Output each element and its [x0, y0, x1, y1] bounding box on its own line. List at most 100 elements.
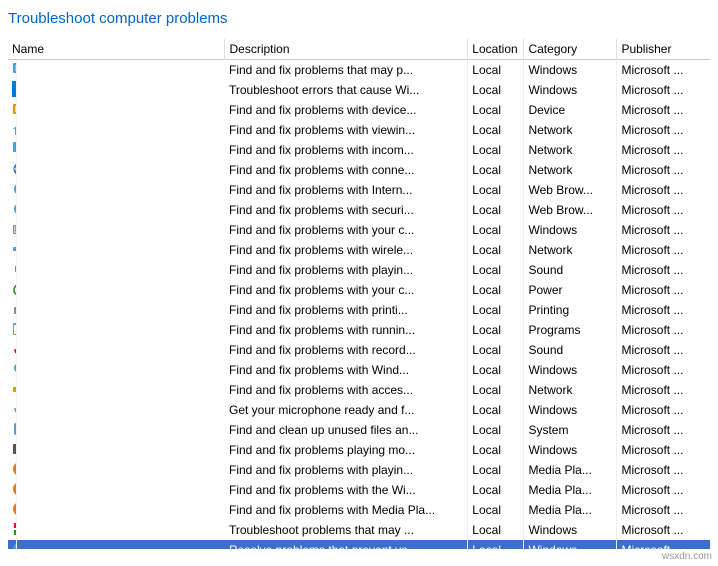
- hardware-icon: [12, 101, 17, 117]
- row-category: Windows: [524, 60, 617, 81]
- table-row[interactable]: KeyboardFind and fix problems with your …: [8, 220, 710, 240]
- row-category: Network: [524, 120, 617, 140]
- row-name-cell: Windows Store Apps: [8, 520, 17, 540]
- wmp-icon: [12, 461, 17, 477]
- row-category: Media Pla...: [524, 500, 617, 520]
- row-category: Sound: [524, 260, 617, 280]
- table-row[interactable]: PowerFind and fix problems with your c..…: [8, 280, 710, 300]
- table-row[interactable]: eInternet Explorer PerformanceFind and f…: [8, 180, 710, 200]
- row-publisher: Microsoft ...: [617, 100, 710, 120]
- row-publisher: Microsoft ...: [617, 380, 710, 400]
- table-row[interactable]: Windows Media Player SettingsFind and fi…: [8, 500, 710, 520]
- row-publisher: Microsoft ...: [617, 440, 710, 460]
- table-row[interactable]: Windows Media Player LibraryFind and fix…: [8, 480, 710, 500]
- row-location: Local: [468, 460, 524, 480]
- row-description: Find and fix problems with your c...: [225, 280, 468, 300]
- row-name-cell: Hardware and Devices: [8, 100, 17, 120]
- program-icon: >_: [12, 321, 17, 337]
- main-container: Troubleshoot computer problems Name Desc…: [0, 0, 718, 549]
- row-category: Windows: [524, 540, 617, 549]
- row-description: Find and fix problems with incom...: [225, 140, 468, 160]
- row-name-cell: Network Adapter: [8, 240, 17, 260]
- winupdate-icon: [12, 541, 17, 549]
- row-publisher: Microsoft ...: [617, 480, 710, 500]
- table-row[interactable]: >_Program Compatibility Troubleshooter Fi…: [8, 320, 710, 340]
- wmplibrary-icon: [12, 481, 17, 497]
- table-row[interactable]: SpeechGet your microphone ready and f...…: [8, 400, 710, 420]
- row-location: Local: [468, 200, 524, 220]
- table-row[interactable]: PrinterFind and fix problems with printi…: [8, 300, 710, 320]
- network-icon: [12, 241, 17, 257]
- page-title: Troubleshoot computer problems: [8, 10, 710, 27]
- col-header-description[interactable]: Description: [225, 39, 468, 60]
- shared-icon: [12, 381, 17, 397]
- row-category: Web Brow...: [524, 200, 617, 220]
- table-row[interactable]: Background Intelligent Transfer ServiceF…: [8, 60, 710, 81]
- svg-text::(: :(: [15, 86, 17, 96]
- row-publisher: Microsoft ...: [617, 120, 710, 140]
- table-row[interactable]: System MaintenanceFind and clean up unus…: [8, 420, 710, 440]
- col-header-name[interactable]: Name: [8, 39, 225, 60]
- table-row[interactable]: eInternet Explorer SafetyFind and fix pr…: [8, 200, 710, 220]
- row-publisher: Microsoft ...: [617, 460, 710, 480]
- row-publisher: Microsoft ...: [617, 340, 710, 360]
- row-location: Local: [468, 100, 524, 120]
- row-category: Network: [524, 140, 617, 160]
- row-name-cell: Windows Update: [8, 540, 17, 549]
- row-description: Find and fix problems with runnin...: [225, 320, 468, 340]
- row-name-cell: Playing Audio: [8, 260, 17, 280]
- row-publisher: Microsoft ...: [617, 60, 710, 81]
- table-row[interactable]: Playing AudioFind and fix problems with …: [8, 260, 710, 280]
- table-row[interactable]: Windows Store AppsTroubleshoot problems …: [8, 520, 710, 540]
- table-row[interactable]: Shared Folders Find and fix problems with…: [8, 380, 710, 400]
- table-row[interactable]: Windows UpdateResolve problems that prev…: [8, 540, 710, 549]
- table-row[interactable]: :( Blue ScreenTroubleshoot errors that c…: [8, 80, 710, 100]
- audio-icon: [12, 261, 17, 277]
- power-icon: [12, 281, 17, 297]
- row-publisher: Microsoft ...: [617, 520, 710, 540]
- row-location: Local: [468, 440, 524, 460]
- table-row[interactable]: Recording AudioFind and fix problems wit…: [8, 340, 710, 360]
- row-publisher: Microsoft ...: [617, 140, 710, 160]
- col-header-category[interactable]: Category: [524, 39, 617, 60]
- row-publisher: Microsoft ...: [617, 300, 710, 320]
- row-publisher: Microsoft ...: [617, 420, 710, 440]
- row-category: Media Pla...: [524, 480, 617, 500]
- row-publisher: Microsoft ...: [617, 540, 710, 549]
- table-row[interactable]: ✓Incoming Connections Find and fix proble…: [8, 140, 710, 160]
- table-row[interactable]: Video PlaybackFind and fix problems play…: [8, 440, 710, 460]
- row-description: Find and fix problems with record...: [225, 340, 468, 360]
- row-publisher: Microsoft ...: [617, 320, 710, 340]
- row-name-cell: eInternet Explorer Safety: [8, 200, 17, 220]
- row-name-cell: ✓Incoming Connections: [8, 140, 17, 160]
- row-publisher: Microsoft ...: [617, 240, 710, 260]
- row-publisher: Microsoft ...: [617, 400, 710, 420]
- row-publisher: Microsoft ...: [617, 180, 710, 200]
- internet-icon: [12, 161, 17, 177]
- row-category: Windows: [524, 360, 617, 380]
- col-header-location[interactable]: Location: [468, 39, 524, 60]
- table-row[interactable]: Windows Media Player DVDFind and fix pro…: [8, 460, 710, 480]
- row-location: Local: [468, 340, 524, 360]
- table-row[interactable]: Network AdapterFind and fix problems wit…: [8, 240, 710, 260]
- table-row[interactable]: Search and IndexingFind and fix problems…: [8, 360, 710, 380]
- table-wrapper[interactable]: Name Description Location Category Publi…: [8, 39, 710, 549]
- table-row[interactable]: HomeGroupFind and fix problems with view…: [8, 120, 710, 140]
- bits-icon: [12, 61, 17, 77]
- table-row[interactable]: Internet ConnectionsFind and fix problem…: [8, 160, 710, 180]
- row-name-cell: Background Intelligent Transfer Service: [8, 60, 17, 80]
- svg-text:e: e: [16, 205, 17, 216]
- row-description: Find and fix problems with acces...: [225, 380, 468, 400]
- row-description: Find and fix problems with Wind...: [225, 360, 468, 380]
- row-name-cell: Shared Folders: [8, 380, 17, 400]
- table-header-row: Name Description Location Category Publi…: [8, 39, 710, 60]
- table-row[interactable]: Hardware and DevicesFind and fix problem…: [8, 100, 710, 120]
- wmpsettings-icon: [12, 501, 17, 517]
- col-header-publisher[interactable]: Publisher: [617, 39, 710, 60]
- storeapps-icon: [12, 521, 17, 537]
- row-category: Windows: [524, 400, 617, 420]
- row-description: Get your microphone ready and f...: [225, 400, 468, 420]
- row-name-cell: >_Program Compatibility Troubleshooter: [8, 320, 17, 340]
- row-location: Local: [468, 500, 524, 520]
- row-description: Find and fix problems with the Wi...: [225, 480, 468, 500]
